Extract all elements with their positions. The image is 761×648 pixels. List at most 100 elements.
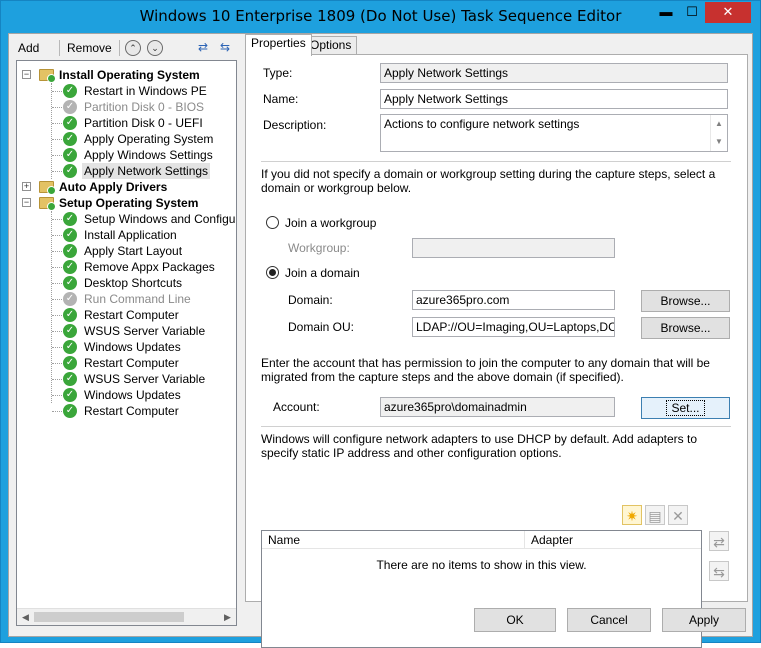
expand-icon[interactable]: + xyxy=(22,182,31,191)
description-textarea[interactable]: Actions to configure network settings ▲ … xyxy=(380,114,728,152)
cancel-button[interactable]: Cancel xyxy=(567,608,651,632)
tree-connector xyxy=(52,155,62,156)
tree-item-label: Partition Disk 0 - BIOS xyxy=(84,100,205,114)
tree-item[interactable]: ✓ Partition Disk 0 - BIOS xyxy=(17,99,236,115)
close-button[interactable]: ✕ xyxy=(705,2,751,23)
tree-horizontal-scrollbar[interactable]: ◀ ▶ xyxy=(17,608,236,625)
domain-input[interactable]: azure365pro.com xyxy=(412,290,615,310)
tree-item[interactable]: ✓ WSUS Server Variable xyxy=(17,323,236,339)
tree-item[interactable]: ✓ Install Application xyxy=(17,227,236,243)
name-input[interactable]: Apply Network Settings xyxy=(380,89,728,109)
apply-button[interactable]: Apply xyxy=(662,608,746,632)
tab-properties[interactable]: Properties xyxy=(245,34,312,56)
tree-connector xyxy=(52,107,62,108)
browse-ou-button[interactable]: Browse... xyxy=(641,317,730,339)
scrollbar-thumb[interactable] xyxy=(34,612,184,622)
add-adapter-icon[interactable]: ✷ xyxy=(622,505,642,525)
set-account-button[interactable]: Set... xyxy=(641,397,730,419)
success-check-icon: ✓ xyxy=(63,84,77,98)
tree-item[interactable]: ✓ WSUS Server Variable xyxy=(17,371,236,387)
workgroup-input[interactable] xyxy=(412,238,615,258)
domain-intro-text: If you did not specify a domain or workg… xyxy=(261,167,716,195)
account-intro-text: Enter the account that has permission to… xyxy=(261,356,710,384)
collapse-icon[interactable]: − xyxy=(22,198,31,207)
tree-item[interactable]: ✓ Restart Computer xyxy=(17,307,236,323)
scroll-right-icon[interactable]: ▶ xyxy=(219,609,236,625)
minimize-button[interactable]: ▬ xyxy=(653,2,679,23)
tree-group-label: Install Operating System xyxy=(59,68,200,82)
disabled-check-icon: ✓ xyxy=(63,100,77,114)
success-check-icon: ✓ xyxy=(63,324,77,338)
tree-group-label: Setup Operating System xyxy=(59,196,199,210)
remove-button[interactable]: Remove xyxy=(67,38,112,58)
editor-client-area: Add ▾ Remove ⌃ ⌄ ⇄ ⇆ − Install Operating… xyxy=(8,33,753,648)
collapse-icon[interactable]: − xyxy=(22,70,31,79)
section-divider xyxy=(261,161,731,162)
toolbar-separator xyxy=(119,40,120,56)
move-up-icon[interactable]: ⌃ xyxy=(125,40,141,56)
adapter-move-down-icon[interactable]: ⇆ xyxy=(709,561,729,581)
column-header-adapter[interactable]: Adapter xyxy=(525,531,700,549)
success-check-icon: ✓ xyxy=(63,340,77,354)
tab-options[interactable]: Options xyxy=(304,36,358,55)
tree-item[interactable]: ✓ Windows Updates xyxy=(17,339,236,355)
description-scrollbar[interactable]: ▲ ▼ xyxy=(710,115,727,151)
scroll-down-icon[interactable]: ▼ xyxy=(711,133,727,151)
tree-item[interactable]: ✓ Restart in Windows PE xyxy=(17,83,236,99)
maximize-button[interactable]: ☐ xyxy=(679,2,705,23)
task-sequence-tree[interactable]: − Install Operating System ✓ Restart in … xyxy=(16,60,237,626)
export-icon[interactable]: ⇆ xyxy=(217,40,233,56)
tree-item[interactable]: ✓ Apply Windows Settings xyxy=(17,147,236,163)
join-domain-radio[interactable] xyxy=(266,266,279,279)
tree-connector xyxy=(52,379,62,380)
tree-connector xyxy=(52,347,62,348)
move-down-icon[interactable]: ⌄ xyxy=(147,40,163,56)
tree-group-install-os[interactable]: − Install Operating System xyxy=(17,67,236,83)
group-folder-icon xyxy=(39,69,56,83)
join-workgroup-label[interactable]: Join a workgroup xyxy=(285,216,376,230)
domain-label: Domain: xyxy=(288,293,333,307)
scroll-left-icon[interactable]: ◀ xyxy=(17,609,34,625)
import-icon[interactable]: ⇄ xyxy=(195,40,211,56)
tree-item[interactable]: ✓ Setup Windows and Configuration xyxy=(17,211,236,227)
toolbar-separator xyxy=(59,40,60,56)
scroll-up-icon[interactable]: ▲ xyxy=(711,115,727,133)
tree-item[interactable]: ✓ Restart Computer xyxy=(17,403,236,419)
tree-item-label: Remove Appx Packages xyxy=(84,260,215,274)
tree-item[interactable]: ✓ Desktop Shortcuts xyxy=(17,275,236,291)
tree-item[interactable]: ✓ Partition Disk 0 - UEFI xyxy=(17,115,236,131)
delete-adapter-icon[interactable]: ✕ xyxy=(668,505,688,525)
tree-item[interactable]: ✓ Apply Start Layout xyxy=(17,243,236,259)
join-workgroup-radio[interactable] xyxy=(266,216,279,229)
tree-connector xyxy=(52,267,62,268)
tree-item[interactable]: ✓ Restart Computer xyxy=(17,355,236,371)
empty-list-message: There are no items to show in this view. xyxy=(376,558,587,572)
tree-group-auto-apply-drivers[interactable]: + Auto Apply Drivers xyxy=(17,179,236,195)
tree-connector xyxy=(52,315,62,316)
browse-domain-button[interactable]: Browse... xyxy=(641,290,730,312)
tree-item-label: Apply Start Layout xyxy=(84,244,183,258)
tree-connector xyxy=(52,123,62,124)
tree-item-label: Apply Windows Settings xyxy=(84,148,213,162)
tree-item-label: Restart Computer xyxy=(84,356,179,370)
success-check-icon: ✓ xyxy=(63,388,77,402)
tree-connector xyxy=(52,251,62,252)
adapter-move-up-icon[interactable]: ⇄ xyxy=(709,531,729,551)
column-header-name[interactable]: Name xyxy=(262,531,525,549)
edit-adapter-icon[interactable]: ▤ xyxy=(645,505,665,525)
tree-connector xyxy=(52,219,62,220)
tree-item[interactable]: ✓ Remove Appx Packages xyxy=(17,259,236,275)
join-domain-label[interactable]: Join a domain xyxy=(285,266,360,280)
title-bar[interactable]: Windows 10 Enterprise 1809 (Do Not Use) … xyxy=(1,1,760,33)
tree-item[interactable]: ✓ Windows Updates xyxy=(17,387,236,403)
tree-item[interactable]: ✓ Apply Operating System xyxy=(17,131,236,147)
type-label: Type: xyxy=(263,66,293,80)
tree-connector xyxy=(52,299,62,300)
success-check-icon: ✓ xyxy=(63,372,77,386)
ok-button[interactable]: OK xyxy=(474,608,556,632)
tree-item[interactable]: ✓ Run Command Line xyxy=(17,291,236,307)
tree-group-setup-os[interactable]: − Setup Operating System xyxy=(17,195,236,211)
tree-connector xyxy=(52,411,62,412)
tree-item-selected[interactable]: ✓ Apply Network Settings xyxy=(17,163,236,179)
domain-ou-input[interactable]: LDAP://OU=Imaging,OU=Laptops,DC=azure365… xyxy=(412,317,615,337)
